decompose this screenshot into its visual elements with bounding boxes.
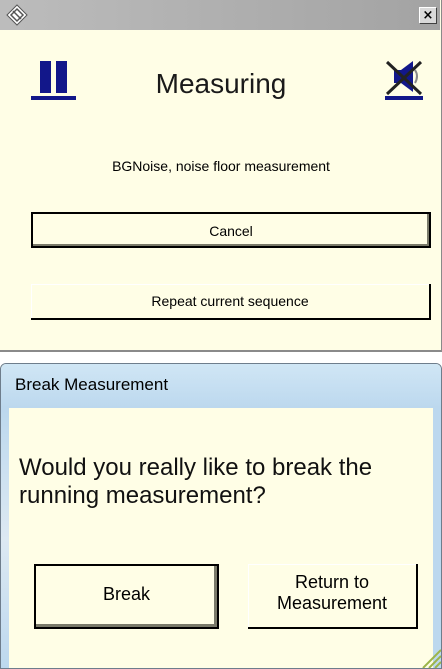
- dialog-title: Measuring: [155, 68, 287, 99]
- speaker-mute-icon[interactable]: [385, 58, 423, 100]
- resize-grip-icon[interactable]: [415, 642, 441, 668]
- window-frame-right: [433, 408, 441, 668]
- close-button[interactable]: ×: [419, 7, 437, 24]
- break-button[interactable]: Break: [34, 564, 219, 629]
- app-diamond-icon: [6, 4, 28, 26]
- pause-button[interactable]: [31, 59, 76, 100]
- measuring-titlebar: ×: [0, 0, 440, 30]
- cancel-button[interactable]: Cancel: [31, 212, 431, 248]
- break-dialog-title: Break Measurement: [15, 375, 169, 394]
- window-frame-left: [1, 408, 9, 668]
- measurement-description: BGNoise, noise floor measurement: [112, 158, 330, 174]
- break-measurement-dialog: Break Measurement Would you really like …: [0, 363, 442, 669]
- return-label-line1: Return to: [294, 572, 370, 592]
- break-titlebar: Break Measurement: [1, 364, 441, 408]
- measuring-dialog: × Measuring BGNoise, noise floor measure…: [0, 0, 442, 352]
- return-label-line2: Measurement: [276, 593, 388, 613]
- repeat-sequence-button[interactable]: Repeat current sequence: [31, 284, 431, 320]
- confirmation-question: Would you really like to break the runni…: [19, 454, 373, 509]
- return-to-measurement-button[interactable]: Return to Measurement: [248, 564, 418, 629]
